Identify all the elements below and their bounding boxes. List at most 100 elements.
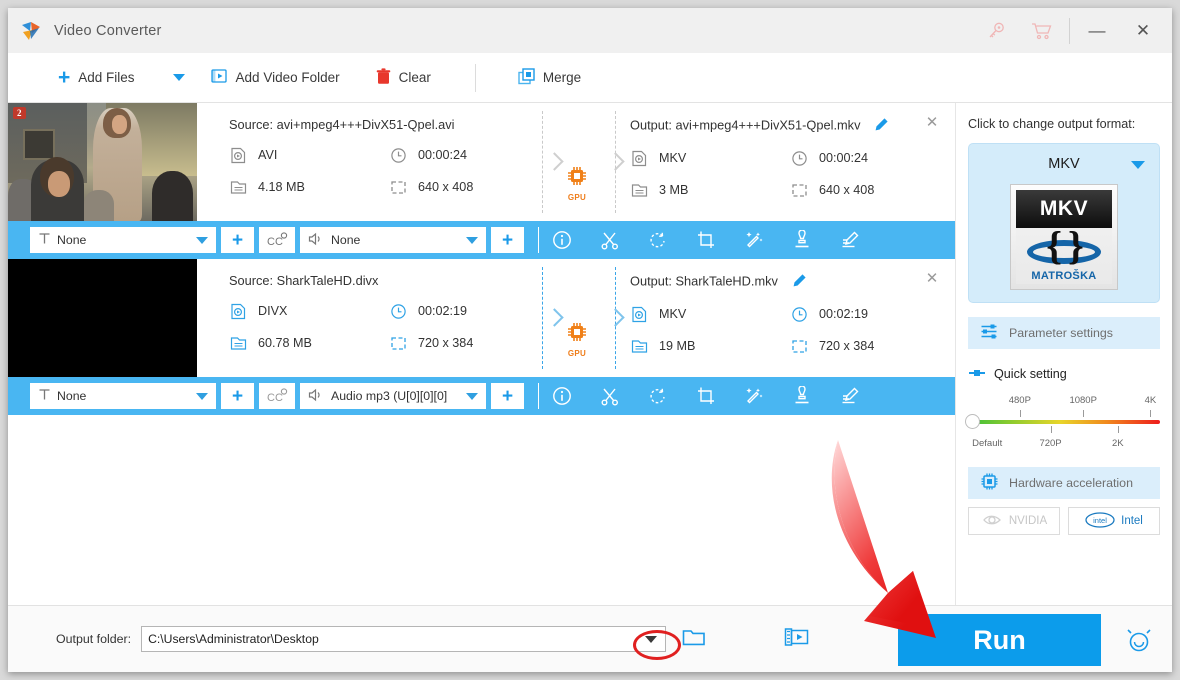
add-files-button[interactable]: + Add Files [58,53,135,102]
source-size-value: 4.18 MB [258,180,305,194]
nvidia-toggle[interactable]: NVIDIA [968,507,1060,535]
chevron-down-icon [466,236,478,244]
add-video-folder-label: Add Video Folder [235,70,340,85]
file-format-icon [630,149,648,167]
gpu-label: GPU [567,349,587,358]
output-filename-text: Output: avi+mpeg4+++DivX51-Qpel.mkv [630,117,861,133]
output-folder-value: C:\Users\Administrator\Desktop [148,632,319,646]
output-info-pane: Output: SharkTaleHD.mkv MKV 00:02:19 19 … [612,259,955,377]
subtitle-select[interactable]: None [30,383,216,409]
file-row-details: Source: SharkTaleHD.divx DIVX 00:02:19 6… [8,259,955,377]
video-converter-window: Video Converter — ✕ + Add Files Add Vide… [8,8,1172,672]
alarm-clock-icon[interactable] [1124,626,1154,659]
parameter-settings-button[interactable]: Parameter settings [968,317,1160,349]
add-subtitle-button[interactable]: + [221,227,254,253]
format-prompt: Click to change output format: [968,117,1136,131]
add-audio-button[interactable]: + [491,383,524,409]
format-selector[interactable]: MKV MKV { } MATROŠKA [968,143,1160,303]
app-title: Video Converter [54,22,162,39]
crop-icon[interactable] [695,385,717,407]
file-size-icon [630,337,648,355]
minimize-button[interactable]: — [1074,9,1120,53]
clear-button[interactable]: Clear [376,53,431,102]
info-icon[interactable] [551,385,573,407]
chevron-down-icon[interactable] [645,636,658,643]
resolution-icon [389,178,407,196]
cut-icon[interactable] [599,229,621,251]
chevron-down-icon[interactable] [1131,161,1145,169]
close-button[interactable]: ✕ [1120,9,1166,53]
closed-caption-button[interactable]: CC [259,383,295,409]
key-icon[interactable] [973,9,1019,53]
video-file-icon[interactable] [784,626,810,653]
output-folder-input[interactable]: C:\Users\Administrator\Desktop [141,626,667,652]
toolbar-divider [474,63,476,92]
add-files-dropdown-icon[interactable] [172,74,185,81]
watermark-icon[interactable] [791,229,813,251]
edit-pencil-icon[interactable] [792,274,807,291]
output-size-value: 3 MB [659,183,689,197]
source-resolution-value: 720 x 384 [418,336,474,350]
gpu-label: GPU [567,193,587,202]
source-size: 60.78 MB [229,334,389,352]
add-subtitle-button[interactable]: + [221,383,254,409]
subtitle-select[interactable]: None [30,227,216,253]
remove-file-button[interactable]: ✕ [923,269,941,287]
chevron-down-icon [196,236,208,244]
quality-slider[interactable]: 480P 1080P 4K Default 720P 2K [965,395,1160,451]
conversion-arrow-pane: GPU [542,103,625,221]
subtitle-edit-icon[interactable] [839,229,861,251]
video-thumbnail[interactable] [8,259,197,377]
action-bar-divider [538,227,539,253]
slider-tick-label: 480P [1008,395,1031,406]
audio-select[interactable]: None [300,227,486,253]
merge-button[interactable]: Merge [518,53,581,102]
source-info-pane: Source: avi+mpeg4+++DivX51-Qpel.avi AVI [197,103,542,221]
add-video-folder-button[interactable]: Add Video Folder [210,53,340,102]
merge-label: Merge [542,70,582,85]
source-filename: Source: avi+mpeg4+++DivX51-Qpel.avi [229,117,455,132]
subtitle-value: None [57,389,87,403]
title-bar: Video Converter — ✕ [8,8,1172,53]
folder-open-icon[interactable] [682,627,706,652]
nvidia-label: NVIDIA [1008,515,1048,527]
conversion-arrow-pane: GPU [542,259,625,377]
rotate-icon[interactable] [647,229,669,251]
cart-icon[interactable] [1019,9,1065,53]
cut-icon[interactable] [599,385,621,407]
run-button[interactable]: Run [898,614,1101,666]
parameter-settings-label: Parameter settings [1009,326,1113,340]
svg-text:intel: intel [1093,516,1107,525]
rotate-icon[interactable] [647,385,669,407]
slider-tick-label: 2K [1111,438,1124,449]
effect-icon[interactable] [743,229,765,251]
subtitle-edit-icon[interactable] [839,385,861,407]
watermark-icon[interactable] [791,385,813,407]
info-icon[interactable] [551,229,573,251]
remove-file-button[interactable]: ✕ [923,113,941,131]
output-size: 19 MB [630,337,790,355]
video-thumbnail[interactable]: 2 [8,103,197,221]
plus-icon: + [58,66,71,89]
output-resolution-value: 640 x 408 [819,183,875,197]
edit-pencil-icon[interactable] [874,118,889,135]
output-format-value: MKV [659,151,687,165]
action-bar-divider [538,383,539,409]
hardware-acceleration-button[interactable]: Hardware acceleration [968,467,1160,499]
crop-icon[interactable] [695,229,717,251]
output-format-value: MKV [659,307,687,321]
audio-value: None [331,233,361,247]
format-logo: MKV { } MATROŠKA [1010,184,1118,290]
closed-caption-button[interactable]: CC [259,227,295,253]
app-logo-icon [20,20,42,42]
resolution-icon [790,181,808,199]
file-card[interactable]: 2 Source: avi+mpeg4+++DivX51-Qpel.avi AV… [8,103,955,259]
source-resolution: 640 x 408 [389,178,542,196]
clear-label: Clear [398,70,431,85]
intel-toggle[interactable]: intel Intel [1068,507,1160,535]
effect-icon[interactable] [743,385,765,407]
add-audio-button[interactable]: + [491,227,524,253]
audio-select[interactable]: Audio mp3 (U[0][0][0] [300,383,486,409]
slider-tick-label: 1080P [1069,395,1097,406]
file-card[interactable]: Source: SharkTaleHD.divx DIVX 00:02:19 6… [8,259,955,415]
